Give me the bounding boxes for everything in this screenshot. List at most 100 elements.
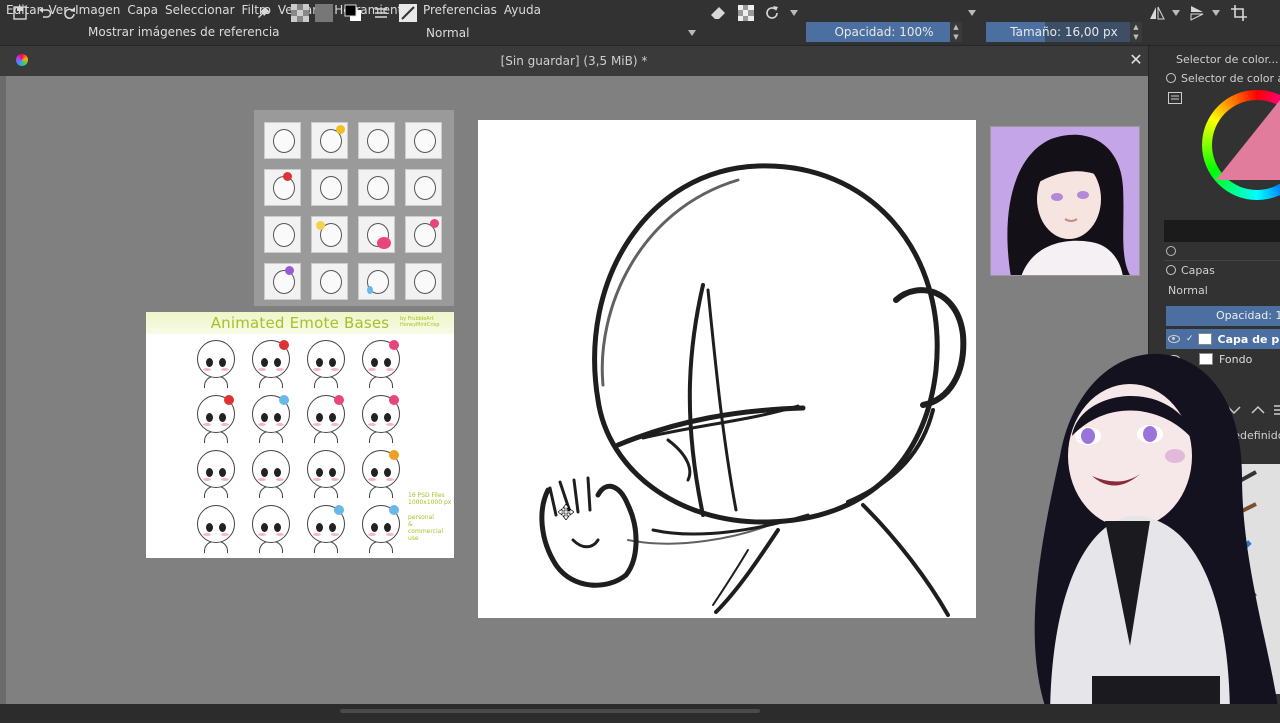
emote-base-face [359,338,403,388]
layer-opacity-label: Opacidad: 10 [1216,309,1280,322]
mirror-horizontal-icon[interactable] [1148,4,1166,22]
divider [1164,260,1280,261]
layers-panel-title: Capas [1181,264,1215,277]
emote-base-face [194,393,238,443]
blend-mode-value: Normal [426,25,470,40]
reference-image-emote-card[interactable]: Animated Emote Bases by FrubbleArt Honey… [146,312,454,558]
advanced-color-selector-title: Selector de color avan [1181,72,1280,85]
emote-base-face [249,393,293,443]
drawing-canvas[interactable] [478,120,976,618]
redo-icon[interactable] [60,4,78,22]
layer-thumbnail [1197,333,1212,345]
show-reference-images-label[interactable]: Mostrar imágenes de referencia [88,25,280,39]
chevron-down-icon [688,29,696,36]
card-side-line: 1000x1000 px [408,499,452,506]
emote-base-face [304,448,348,498]
refresh-icon[interactable] [1166,246,1176,256]
saturation-value-triangle[interactable] [1216,100,1280,180]
emote-thumbnail [358,263,395,300]
crop-icon[interactable] [1230,4,1248,22]
move-cursor-icon [557,503,575,523]
emote-thumbnail [358,122,395,159]
card-side-line: commercial [408,528,443,535]
emote-thumbnail [311,216,348,253]
emote-base-face [249,503,293,553]
emote-thumbnail [358,169,395,206]
fg-bg-color-icon[interactable] [342,4,364,22]
card-emote-grid [194,338,406,553]
gradient-icon[interactable] [314,4,334,22]
card-side-line: & [408,521,413,528]
save-icon[interactable] [12,4,28,22]
emote-base-face [359,503,403,553]
scrollbar-thumb[interactable] [340,709,760,713]
alpha-lock-icon[interactable] [736,4,756,22]
opacity-slider-label: Opacidad: 100% [834,25,934,39]
reload-preset-icon[interactable] [762,4,782,22]
emote-thumbnail [311,169,348,206]
emote-thumbnail [264,122,301,159]
chevron-down-icon[interactable] [966,4,978,22]
card-credit-line: HoneyMintCrisp [400,322,440,328]
brush-size-slider[interactable]: Tamaño: 16,00 px ▲ ▼ [986,22,1142,42]
sketch-strokes [539,163,967,617]
opacity-slider[interactable]: Opacidad: 100% ▲ ▼ [806,22,962,42]
emote-base-face [194,503,238,553]
brush-settings-icon[interactable] [372,4,390,22]
chevron-down-icon[interactable] [1210,4,1222,22]
emote-thumbnail [264,263,301,300]
emote-base-face [194,338,238,388]
card-credits: by FrubbleArt HoneyMintCrisp [400,316,440,328]
close-document-icon[interactable]: ✕ [1128,52,1144,68]
blend-mode-select[interactable]: Normal [422,23,700,42]
transparency-pattern-icon[interactable] [290,4,310,22]
opacity-spinner[interactable]: ▲ ▼ [950,22,962,42]
menu-imagen[interactable]: Imagen [75,3,120,17]
emote-thumbnail [311,263,348,300]
horizontal-scrollbar[interactable] [0,704,1280,720]
document-tab-bar: [Sin guardar] (3,5 MiB) * ✕ [0,46,1148,76]
card-side-text: 16 PSD Files 1000x1000 px personal & com… [408,492,452,542]
card-side-line: use [408,535,419,542]
emote-base-face [304,503,348,553]
chevron-down-icon[interactable] [788,4,800,22]
menu-bar: Editar Ver Imagen Capa Seleccionar Filtr… [0,0,1280,19]
color-selector-tab[interactable]: Selector de color... [1176,53,1279,66]
menu-seleccionar[interactable]: Seleccionar [165,3,234,17]
krita-logo-icon [16,54,28,66]
streamer-avatar-overlay [980,346,1280,720]
layer-opacity-slider[interactable]: Opacidad: 10 [1166,306,1280,326]
menu-capa[interactable]: Capa [127,3,158,17]
brush-preset-icon[interactable] [398,4,418,22]
docker-float-icon[interactable] [1166,265,1176,275]
recent-colors-bar[interactable] [1164,220,1280,242]
reference-image-portrait[interactable] [990,126,1140,276]
brush-size-spinner[interactable]: ▲ ▼ [1130,22,1142,42]
emote-thumbnail [264,216,301,253]
mirror-vertical-icon[interactable] [1188,4,1206,22]
card-side-line: personal [408,514,434,521]
visibility-eye-icon[interactable] [1168,335,1180,343]
toolbox-edge [0,76,6,704]
menu-ayuda[interactable]: Ayuda [504,3,541,17]
emote-base-face [304,338,348,388]
emote-base-face [359,448,403,498]
portrait-illustration [1007,134,1131,275]
chevron-down-icon[interactable] [1170,4,1182,22]
menu-preferencias[interactable]: Preferencias [423,3,497,17]
reference-image-emote-grid[interactable] [254,110,454,306]
undo-icon[interactable] [36,4,54,22]
docker-float-icon[interactable] [1166,73,1176,83]
layer-name: Capa de p [1217,332,1280,346]
avatar-illustration [1034,353,1280,720]
emote-thumbnail [405,216,442,253]
emote-thumbnail [405,263,442,300]
color-selector-settings-icon[interactable] [1168,92,1182,107]
emote-thumbnail [358,216,395,253]
emote-base-face [249,338,293,388]
eraser-icon[interactable] [708,4,728,22]
layers-blend-mode[interactable]: Normal [1168,284,1208,297]
pin-icon[interactable] [256,4,272,22]
emote-base-face [304,393,348,443]
emote-thumbnail [405,169,442,206]
